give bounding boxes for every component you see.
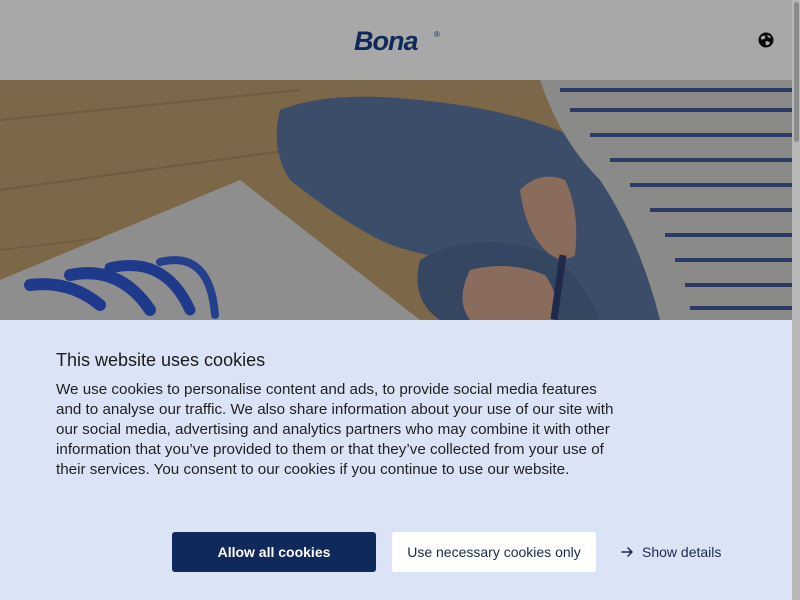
site-header: Bona ® [0,0,792,80]
bona-logo[interactable]: Bona [354,26,418,57]
scrollbar-thumb[interactable] [794,2,799,142]
use-necessary-cookies-button[interactable]: Use necessary cookies only [392,532,596,572]
logo-registered-mark: ® [434,30,440,39]
globe-icon[interactable] [758,32,774,48]
show-details-label: Show details [642,544,722,560]
arrow-right-icon [620,545,634,559]
allow-all-cookies-button[interactable]: Allow all cookies [172,532,376,572]
hero-image [0,80,792,320]
cookie-consent-banner: This website uses cookies We use cookies… [0,320,792,600]
cookie-banner-title: This website uses cookies [56,350,266,370]
show-details-link[interactable]: Show details [620,542,721,562]
cookie-banner-description: We use cookies to personalise content an… [56,381,614,478]
